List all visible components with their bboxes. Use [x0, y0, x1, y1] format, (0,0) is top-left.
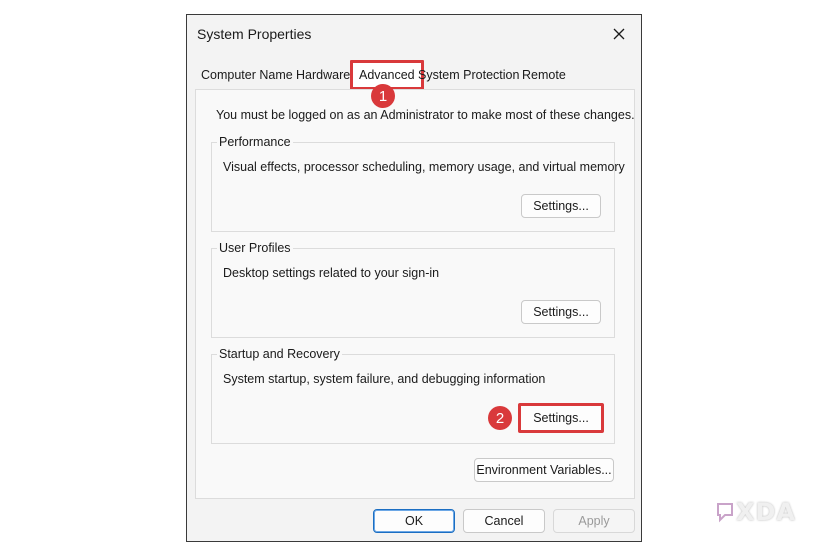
- cancel-button[interactable]: Cancel: [463, 509, 545, 533]
- startup-recovery-group: Startup and Recovery System startup, sys…: [211, 347, 615, 444]
- environment-variables-button[interactable]: Environment Variables...: [474, 458, 614, 482]
- advanced-panel: You must be logged on as an Administrato…: [195, 89, 635, 499]
- performance-description: Visual effects, processor scheduling, me…: [223, 160, 625, 174]
- system-properties-dialog: System Properties Computer Name Hardware…: [186, 14, 642, 542]
- startup-recovery-settings-button[interactable]: Settings...: [518, 403, 604, 433]
- tab-computer-name[interactable]: Computer Name: [201, 67, 293, 83]
- close-button[interactable]: [603, 21, 635, 47]
- tab-system-protection[interactable]: System Protection: [418, 67, 519, 83]
- tab-remote[interactable]: Remote: [522, 67, 566, 83]
- startup-recovery-description: System startup, system failure, and debu…: [223, 372, 546, 386]
- performance-group: Performance Visual effects, processor sc…: [211, 135, 625, 232]
- window-title: System Properties: [197, 26, 312, 42]
- step-badge-2: 2: [488, 406, 512, 430]
- xda-watermark: XDA: [716, 498, 796, 526]
- xda-logo-icon: [717, 503, 733, 523]
- apply-button[interactable]: Apply: [553, 509, 635, 533]
- step-badge-1: 1: [371, 84, 395, 108]
- tab-strip: Computer Name Hardware Advanced System P…: [195, 60, 635, 90]
- performance-label: Performance: [217, 135, 293, 149]
- user-profiles-settings-button[interactable]: Settings...: [521, 300, 601, 324]
- title-bar: System Properties: [187, 15, 641, 53]
- user-profiles-group: User Profiles Desktop settings related t…: [211, 241, 615, 338]
- close-icon: [613, 28, 625, 40]
- ok-button[interactable]: OK: [373, 509, 455, 533]
- tab-hardware[interactable]: Hardware: [296, 67, 350, 83]
- user-profiles-label: User Profiles: [217, 241, 293, 255]
- startup-recovery-label: Startup and Recovery: [217, 347, 342, 361]
- performance-settings-button[interactable]: Settings...: [521, 194, 601, 218]
- admin-notice: You must be logged on as an Administrato…: [216, 108, 635, 122]
- xda-wordmark: XDA: [736, 498, 796, 526]
- user-profiles-description: Desktop settings related to your sign-in: [223, 266, 440, 280]
